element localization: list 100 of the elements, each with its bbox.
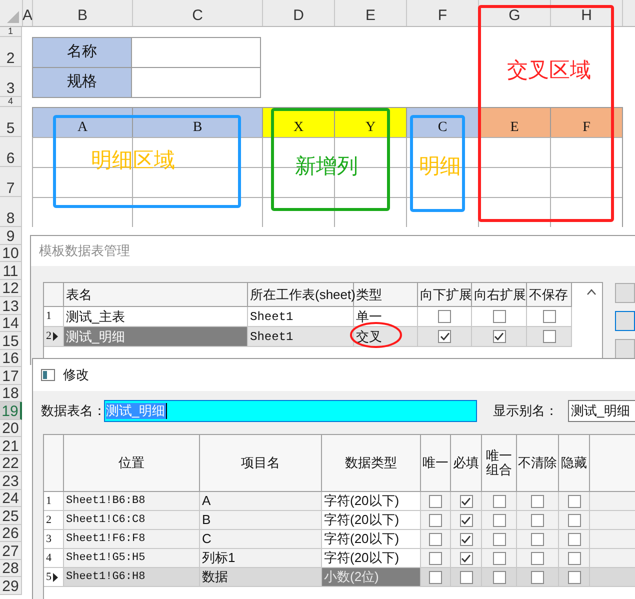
row-header[interactable]: 11 — [0, 262, 22, 280]
checkbox[interactable] — [568, 570, 580, 584]
row-header[interactable]: 2 — [0, 37, 22, 67]
row-header[interactable]: 10 — [0, 244, 22, 262]
row-header[interactable]: 13 — [0, 297, 22, 314]
table-cell-text: 交叉 — [356, 328, 382, 346]
row-header[interactable]: 15 — [0, 332, 22, 350]
checkbox[interactable] — [492, 330, 506, 343]
checkbox[interactable] — [460, 552, 472, 564]
checkbox[interactable] — [492, 552, 506, 564]
checkbox[interactable] — [531, 532, 544, 546]
row-header[interactable]: 23 — [0, 472, 22, 490]
checkbox[interactable] — [429, 494, 442, 508]
checkbox[interactable] — [542, 310, 556, 323]
checkbox[interactable] — [568, 494, 580, 508]
row-number: 4 — [46, 550, 52, 566]
row-header[interactable]: 5 — [0, 107, 22, 137]
column-header[interactable]: E — [334, 0, 406, 26]
checkbox[interactable] — [429, 532, 442, 546]
checkbox[interactable] — [460, 514, 472, 526]
checkbox[interactable] — [460, 494, 472, 508]
checkbox[interactable] — [429, 514, 442, 526]
row-header[interactable]: 8 — [0, 197, 22, 227]
row-number: 2 — [46, 512, 52, 528]
checkbox[interactable] — [429, 570, 442, 584]
checkbox[interactable] — [568, 552, 580, 564]
column-header[interactable]: F — [406, 0, 478, 26]
row-header[interactable]: 18 — [0, 384, 22, 402]
row-header[interactable]: 9 — [0, 227, 22, 244]
row-header[interactable]: 14 — [0, 314, 22, 332]
checkbox[interactable] — [460, 570, 472, 584]
column-header[interactable]: A — [22, 0, 32, 26]
row-header[interactable]: 22 — [0, 454, 22, 472]
table-cell: 字符(20以下) — [322, 511, 421, 530]
column-header[interactable]: G — [478, 0, 550, 26]
column-header[interactable]: D — [262, 0, 334, 26]
checkbox[interactable] — [492, 570, 506, 584]
field-label: 显示别名： — [493, 402, 559, 420]
checkbox[interactable] — [438, 310, 451, 323]
checkbox[interactable] — [542, 330, 556, 343]
row-header[interactable]: 26 — [0, 524, 22, 542]
alias-field[interactable]: 测试_明细 — [568, 400, 635, 422]
checkbox[interactable] — [460, 532, 472, 546]
current-row-icon — [52, 332, 58, 341]
side-button[interactable] — [615, 311, 635, 331]
checkmark-icon — [440, 332, 450, 341]
checkbox[interactable] — [429, 552, 442, 564]
scroll-up-icon[interactable] — [587, 289, 596, 295]
table-cell-text: 单一 — [356, 308, 382, 326]
checkbox[interactable] — [531, 514, 544, 526]
checkbox[interactable] — [492, 494, 506, 508]
row-header[interactable]: 24 — [0, 490, 22, 507]
row-number: 1 — [46, 494, 52, 509]
select-all-icon[interactable] — [7, 11, 19, 23]
checkbox[interactable] — [531, 552, 544, 564]
field-label: 数据表名： — [41, 402, 104, 420]
checkbox[interactable] — [492, 514, 506, 526]
row-header[interactable]: 19 — [0, 402, 22, 420]
window-icon — [41, 369, 55, 381]
checkbox[interactable] — [531, 570, 544, 584]
checkbox[interactable] — [438, 330, 451, 343]
checkbox[interactable] — [492, 310, 506, 323]
column-header[interactable]: B — [32, 0, 132, 26]
row-header[interactable]: 1 — [0, 27, 22, 37]
table-cell: 测试_明细 — [64, 327, 248, 347]
current-row-icon — [52, 572, 58, 582]
row-header[interactable]: 21 — [0, 437, 22, 454]
side-button[interactable] — [615, 339, 635, 359]
row-number: 5 — [46, 570, 52, 585]
row-header[interactable]: 17 — [0, 367, 22, 384]
row-header[interactable]: 16 — [0, 350, 22, 367]
column-header[interactable]: H — [550, 0, 622, 26]
row-header[interactable]: 29 — [0, 577, 22, 594]
annotation-label: 明细 — [419, 156, 461, 177]
row-header[interactable]: 27 — [0, 542, 22, 560]
dialog-title: 修改 — [63, 366, 89, 384]
checkbox[interactable] — [568, 532, 580, 546]
row-header[interactable]: 7 — [0, 167, 22, 197]
checkbox[interactable] — [568, 514, 580, 526]
row-header[interactable]: 3 — [0, 67, 22, 97]
dialog-title: 模板数据表管理 — [39, 242, 130, 260]
side-button[interactable] — [615, 283, 635, 303]
label-cell: 规格 — [32, 67, 132, 98]
row-header[interactable]: 12 — [0, 280, 22, 297]
checkbox[interactable] — [492, 532, 506, 546]
row-header[interactable]: 25 — [0, 507, 22, 524]
row-header[interactable]: 20 — [0, 420, 22, 437]
row-number: 1 — [46, 309, 52, 324]
header-cell: E — [478, 107, 550, 137]
header-cell: F — [550, 107, 622, 137]
row-header[interactable]: 6 — [0, 137, 22, 167]
column-header[interactable]: C — [132, 0, 262, 26]
annotation-label: 明细区域 — [91, 150, 175, 171]
header-cell: B — [132, 107, 262, 137]
checkbox[interactable] — [531, 494, 544, 508]
row-number: 2 — [46, 329, 52, 344]
row-header[interactable]: 28 — [0, 560, 22, 577]
row-number: 3 — [46, 532, 52, 547]
row-header[interactable]: 4 — [0, 97, 22, 107]
table-cell: 字符(20以下) — [322, 530, 421, 549]
